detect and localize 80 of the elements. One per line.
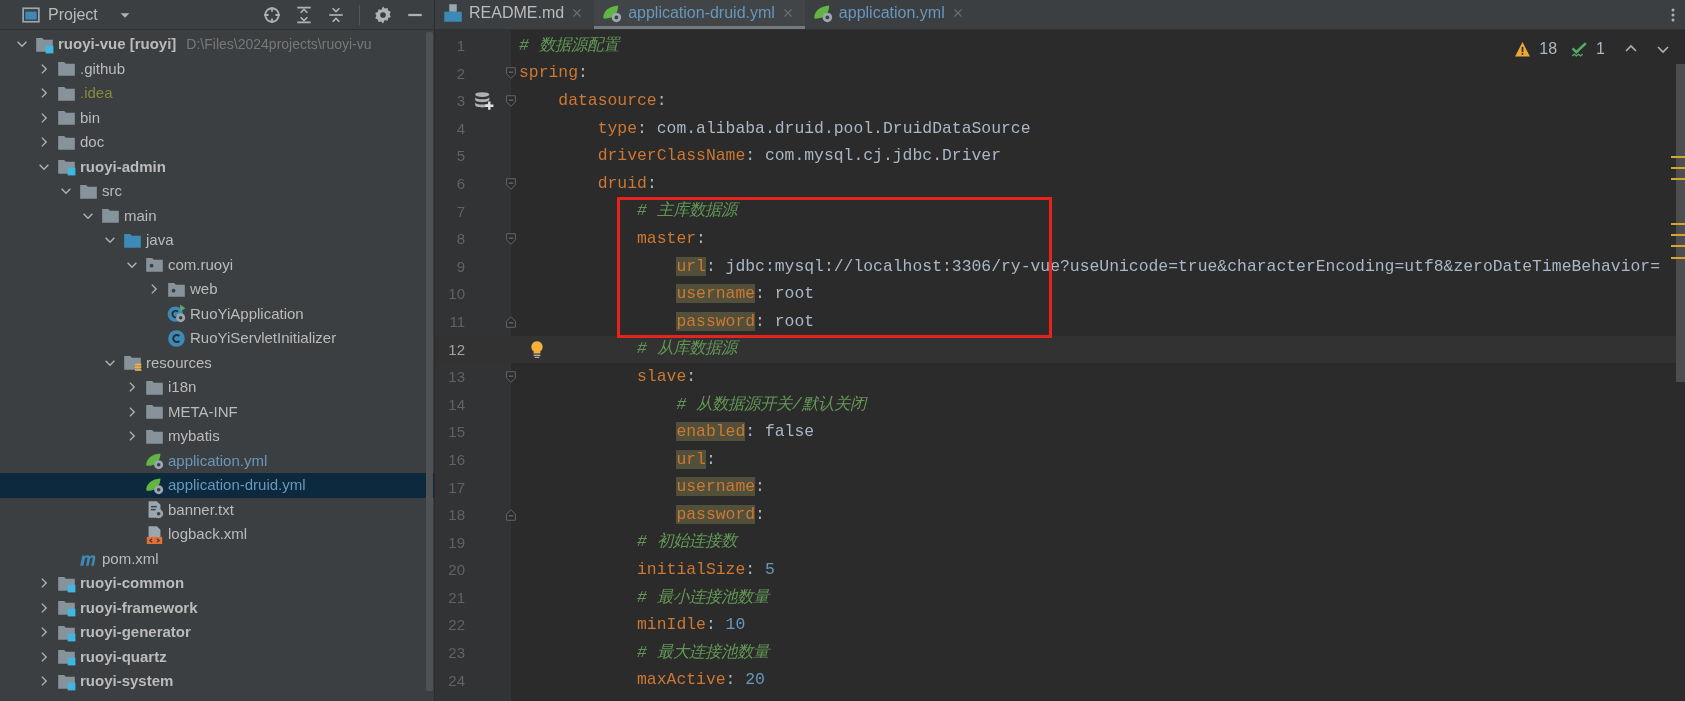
editor-tab[interactable]: application-druid.yml — [594, 0, 805, 29]
code-line: spring: — [519, 62, 588, 85]
tree-item[interactable]: i18n — [0, 375, 434, 400]
code-comment: # 最小连接池数量 — [637, 586, 769, 609]
tree-item[interactable]: ruoyi-admin — [0, 154, 434, 179]
class-run-icon — [166, 304, 186, 324]
folder-icon — [100, 206, 120, 226]
crosshair-icon[interactable] — [263, 5, 281, 24]
tree-item[interactable]: ruoyi-generator — [0, 620, 434, 645]
tree-item[interactable]: RuoYiApplication — [0, 301, 434, 326]
code-line: maxActive: 20 — [637, 669, 765, 692]
passed-count[interactable]: 1 — [1596, 37, 1605, 61]
code-comment: # 最大连接池数量 — [637, 641, 769, 664]
tree-item[interactable]: main — [0, 203, 434, 228]
tree-item[interactable]: com.ruoyi — [0, 252, 434, 277]
tree-item[interactable]: ruoyi-vue [ruoyi] D:\Files\2024projects\ruoyi-vu — [0, 32, 434, 57]
module-folder-icon — [56, 157, 76, 177]
settings-icon[interactable] — [374, 5, 392, 24]
tree-item[interactable]: ruoyi-quartz — [0, 644, 434, 669]
module-folder-icon — [56, 647, 76, 667]
code-line: datasource: — [558, 90, 667, 112]
warning-count[interactable]: 18 — [1539, 37, 1558, 61]
database-icon[interactable] — [474, 91, 494, 111]
editor-tab[interactable]: README.md — [435, 0, 595, 29]
expand-all-icon[interactable] — [295, 5, 313, 24]
code-line: master: — [637, 227, 706, 250]
leaf-gear-icon — [812, 3, 833, 23]
module-folder-icon — [56, 598, 76, 618]
tree-item[interactable]: pom.xml — [0, 546, 434, 571]
tree-item[interactable]: application.yml — [0, 448, 434, 473]
xml-file-icon — [144, 524, 164, 544]
tree-item[interactable]: logback.xml — [0, 522, 434, 547]
tree-item[interactable]: META-INF — [0, 399, 434, 424]
tree-item[interactable]: ruoyi-common — [0, 571, 434, 596]
line-number: 12 — [447, 339, 465, 360]
code-comment: # 初始连接数 — [637, 531, 737, 554]
tree-item[interactable]: java — [0, 228, 434, 253]
code-line: enabled: false — [676, 421, 815, 444]
tree-item[interactable]: ruoyi-system — [0, 669, 434, 694]
panel-title[interactable]: Project — [48, 2, 98, 27]
code-line: slave: — [637, 365, 697, 388]
folder-icon — [56, 108, 76, 128]
resources-folder-icon — [122, 353, 142, 373]
collapse-all-icon[interactable] — [327, 5, 345, 24]
code-line: username: root — [676, 283, 815, 306]
package-folder-icon — [144, 255, 164, 275]
scrollbar-thumb[interactable] — [426, 32, 433, 691]
leaf-gear-icon — [602, 3, 623, 23]
code-line: druid: — [597, 172, 657, 195]
code-comment: # 从数据源开关/默认关闭 — [676, 393, 866, 416]
code-comment: # 数据源配置 — [519, 34, 619, 57]
tree-item[interactable]: resources — [0, 350, 434, 375]
code-line: type: com.alibaba.druid.pool.DruidDataSource — [597, 117, 1031, 140]
tree-item[interactable]: doc — [0, 130, 434, 155]
tree-item[interactable]: bin — [0, 105, 434, 130]
tree-item[interactable]: ruoyi-framework — [0, 595, 434, 620]
editor-tab[interactable]: application.yml — [804, 0, 975, 29]
code-line: driverClassName: com.mysql.cj.jdbc.Driver — [597, 145, 1001, 168]
class-icon — [166, 328, 186, 348]
tree-item[interactable]: .github — [0, 56, 434, 81]
folder-icon — [56, 59, 76, 79]
tree-item[interactable]: application-druid.yml — [0, 473, 434, 498]
code-line: initialSize: 5 — [637, 559, 775, 582]
tree-item[interactable]: RuoYiServletInitializer — [0, 326, 434, 351]
tree-item[interactable]: web — [0, 277, 434, 302]
code-line: password: root — [676, 310, 815, 333]
bulb-icon[interactable] — [528, 339, 546, 358]
tree-item[interactable]: banner.txt — [0, 497, 434, 522]
warning-icon[interactable] — [1514, 40, 1532, 58]
leaf-gear-icon — [144, 451, 164, 471]
code-line: minIdle: 10 — [637, 614, 746, 637]
tree-item[interactable]: mybatis — [0, 424, 434, 449]
markdown-file-icon — [443, 3, 463, 23]
tree-item[interactable]: .idea — [0, 81, 434, 106]
check-icon[interactable] — [1571, 40, 1589, 58]
window-icon — [22, 5, 40, 24]
tree-item[interactable]: src — [0, 179, 434, 204]
path-hint: D:\Files\2024projects\ruoyi-vu — [186, 34, 372, 54]
folder-icon — [144, 402, 164, 422]
scrollbar-thumb[interactable] — [1676, 64, 1685, 382]
